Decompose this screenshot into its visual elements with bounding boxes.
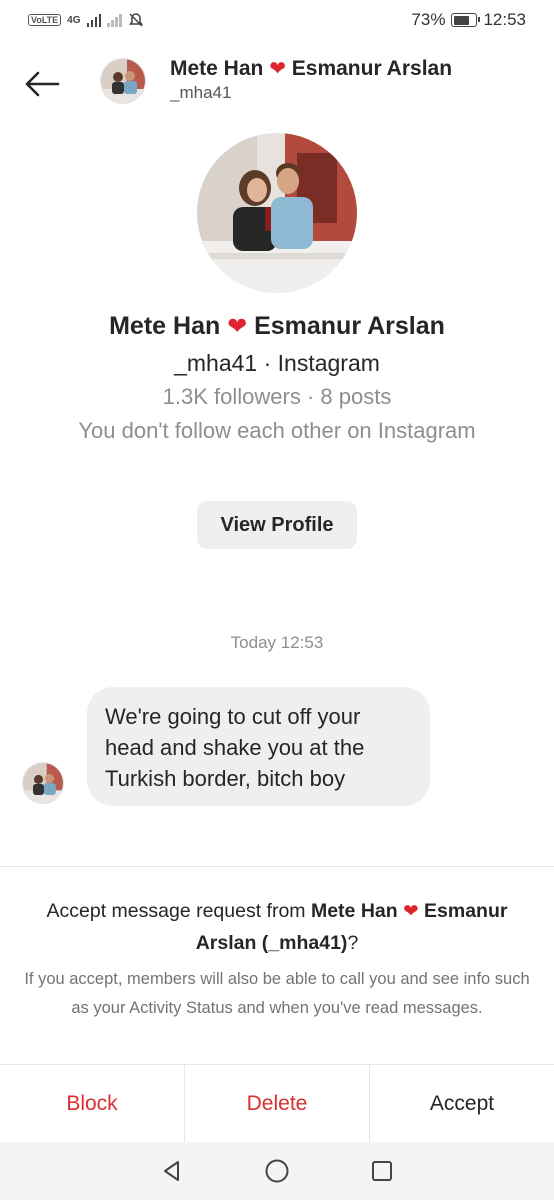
block-button[interactable]: Block bbox=[0, 1065, 185, 1142]
signal-icon bbox=[86, 13, 102, 27]
header-text[interactable]: Mete Han ❤ Esmanur Arslan _mha41 bbox=[170, 56, 452, 103]
message-timestamp: Today 12:53 bbox=[230, 633, 324, 652]
header-title: Mete Han ❤ Esmanur Arslan bbox=[170, 56, 452, 81]
nav-recents-button[interactable] bbox=[362, 1151, 402, 1191]
volte-badge: VoLTE bbox=[28, 14, 62, 26]
thread-header: Mete Han ❤ Esmanur Arslan _mha41 bbox=[0, 52, 554, 116]
header-name-first: Mete Han bbox=[170, 57, 264, 80]
accept-button[interactable]: Accept bbox=[370, 1065, 554, 1142]
profile-subtitle: _mha41 · Instagram bbox=[174, 350, 380, 376]
triangle-back-icon bbox=[164, 1161, 180, 1181]
system-nav-bar bbox=[0, 1142, 554, 1200]
profile-name-second: Esmanur Arslan bbox=[254, 312, 445, 340]
request-title-suffix: ? bbox=[347, 932, 359, 954]
heart-icon: ❤ bbox=[403, 900, 419, 921]
nav-home-button[interactable] bbox=[257, 1151, 297, 1191]
arrow-left-icon bbox=[25, 71, 60, 97]
heart-icon: ❤ bbox=[269, 58, 286, 80]
back-button[interactable] bbox=[22, 64, 62, 104]
battery-percent: 73% bbox=[411, 10, 446, 29]
profile-stats: 1.3K followers · 8 posts bbox=[162, 384, 392, 409]
square-recents-icon bbox=[371, 1161, 392, 1181]
profile-picture[interactable] bbox=[197, 133, 357, 293]
request-description: If you accept, members will also be able… bbox=[24, 970, 530, 1017]
heart-icon: ❤ bbox=[227, 313, 248, 340]
profile-relationship: You don't follow each other on Instagram bbox=[78, 418, 476, 443]
network-type: 4G bbox=[67, 14, 81, 26]
battery-fill bbox=[453, 15, 470, 25]
header-avatar[interactable] bbox=[100, 58, 146, 104]
clock: 12:53 bbox=[483, 10, 526, 29]
profile-name: Mete Han ❤ Esmanur Arslan bbox=[0, 312, 554, 341]
view-profile-button[interactable]: View Profile bbox=[197, 501, 357, 549]
profile-name-first: Mete Han bbox=[109, 312, 221, 340]
circle-home-icon bbox=[265, 1159, 289, 1183]
header-username: _mha41 bbox=[170, 83, 232, 102]
profile-photo bbox=[197, 133, 357, 293]
header-name-second: Esmanur Arslan bbox=[291, 57, 453, 80]
status-left: VoLTE 4G bbox=[28, 12, 144, 28]
avatar-photo bbox=[101, 59, 145, 103]
request-title-name-first: Mete Han bbox=[310, 900, 398, 922]
message-request-panel: Accept message request from Mete Han ❤ E… bbox=[0, 866, 554, 1023]
message-bubble[interactable]: We're going to cut off your head and sha… bbox=[87, 687, 430, 806]
signal-secondary-icon bbox=[107, 13, 122, 27]
request-title: Accept message request from Mete Han ❤ E… bbox=[0, 895, 554, 959]
request-title-prefix: Accept message request from bbox=[46, 900, 311, 922]
delete-button[interactable]: Delete bbox=[185, 1065, 370, 1142]
nav-back-button[interactable] bbox=[152, 1151, 192, 1191]
status-right: 73% 12:53 bbox=[411, 10, 526, 30]
battery-icon bbox=[451, 13, 481, 27]
avatar-photo bbox=[23, 763, 63, 803]
status-bar: VoLTE 4G 73% 12:53 bbox=[0, 0, 554, 40]
request-actions: Block Delete Accept bbox=[0, 1064, 554, 1142]
message-avatar[interactable] bbox=[22, 762, 64, 804]
bell-muted-icon bbox=[128, 13, 143, 27]
